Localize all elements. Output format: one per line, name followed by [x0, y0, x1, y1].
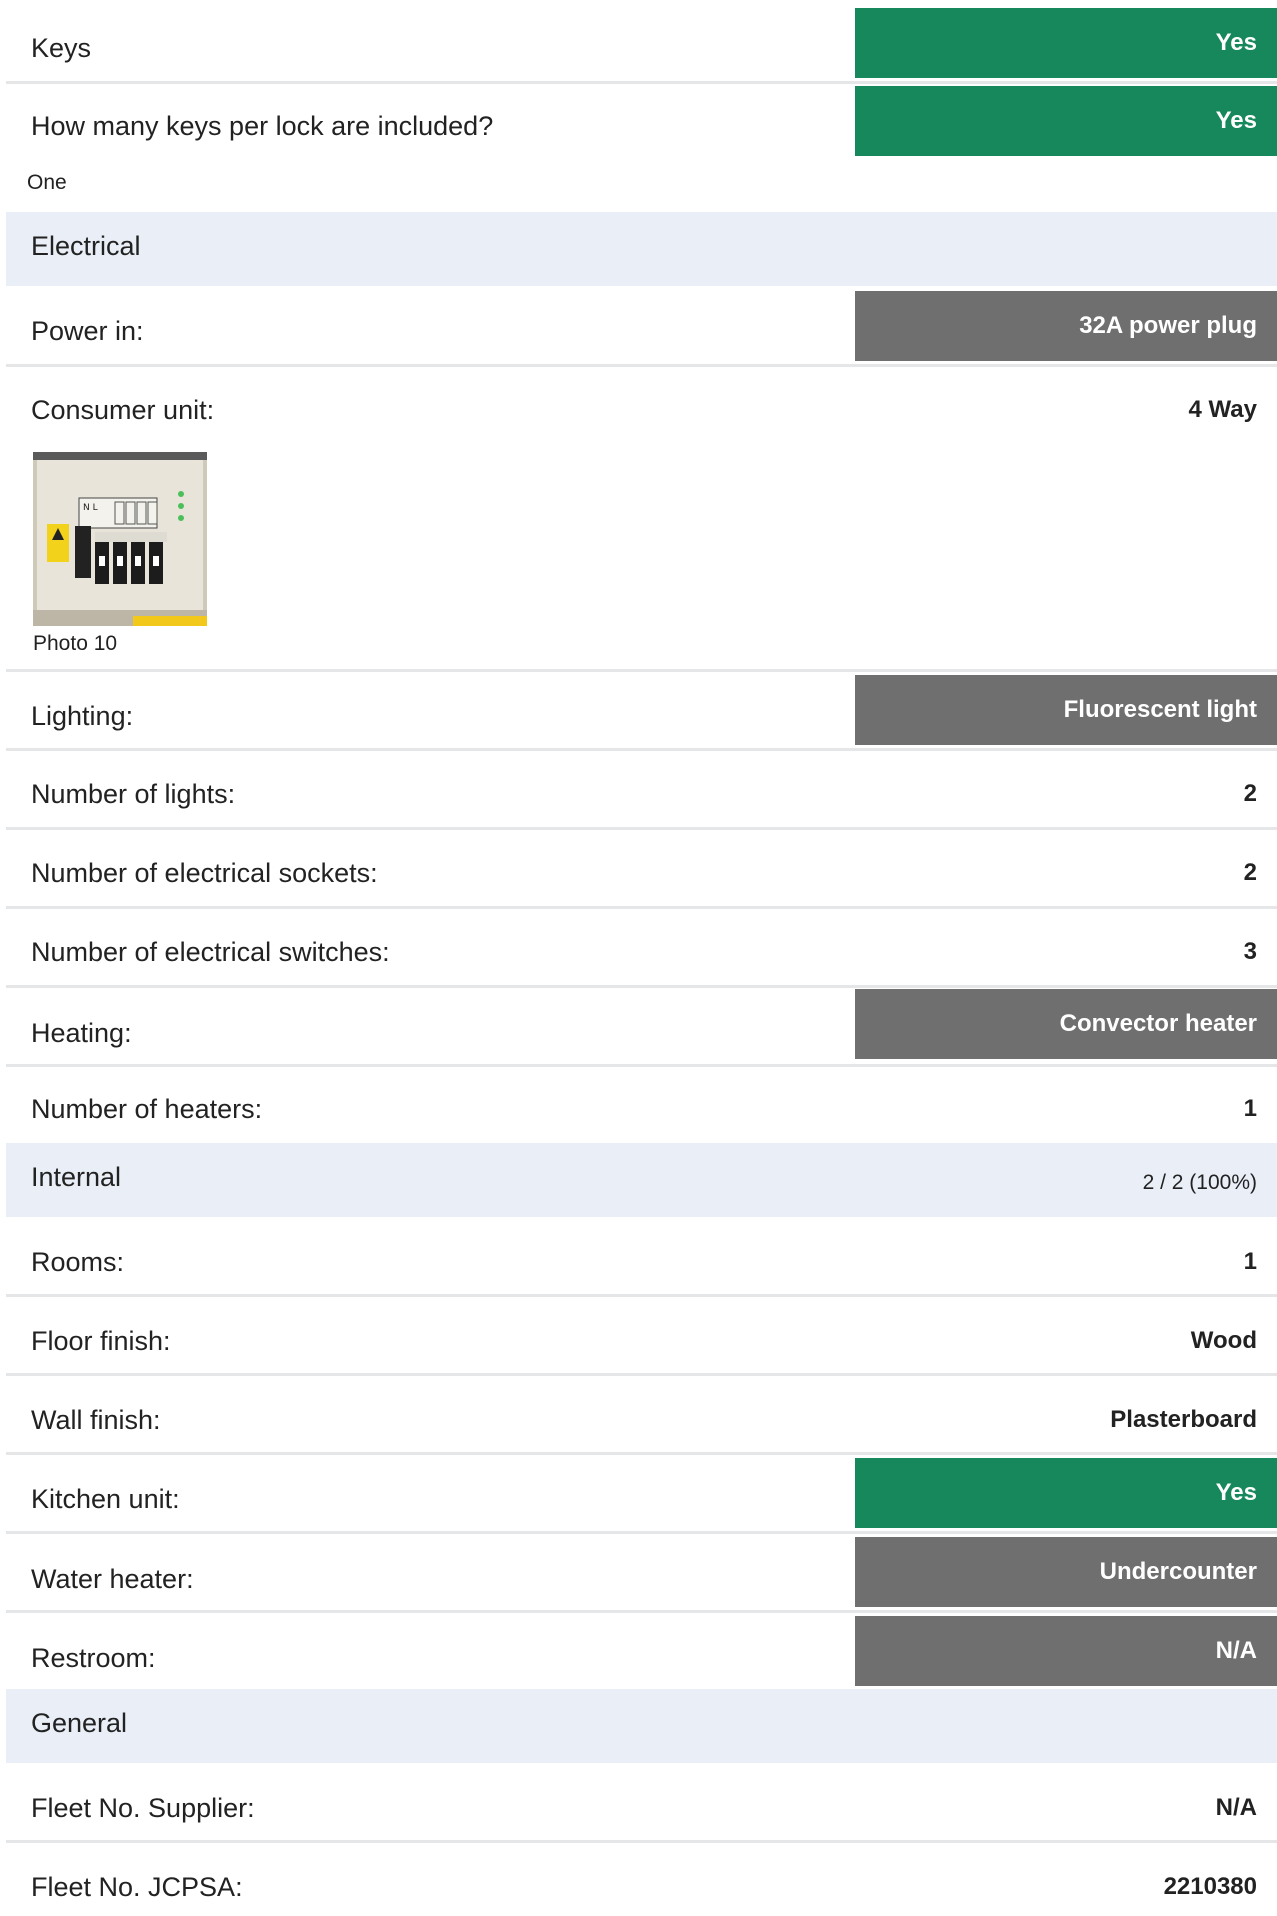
row-keys: Keys Yes [6, 0, 1277, 84]
row-value: N/A [1215, 1794, 1257, 1821]
row-label: Power in: [31, 316, 144, 346]
status-badge: 32A power plug [855, 291, 1277, 361]
row-label: Floor finish: [31, 1326, 171, 1356]
row-value: 2 [1243, 780, 1257, 807]
status-badge: Yes [855, 86, 1277, 156]
row-water-heater: Water heater: Undercounter [6, 1534, 1277, 1613]
row-rooms: Rooms: 1 [6, 1217, 1277, 1297]
row-value: 2 [1243, 859, 1257, 886]
row-label: Kitchen unit: [31, 1484, 180, 1514]
section-progress: 2 / 2 (100%) [1142, 1171, 1257, 1194]
section-title: Internal [31, 1162, 122, 1192]
row-value: 4 Way [1188, 396, 1257, 423]
status-badge: Undercounter [855, 1537, 1277, 1607]
row-value: 1 [1243, 1248, 1257, 1275]
row-fleet-jcpsa: Fleet No. JCPSA: 2210380 [6, 1843, 1277, 1916]
row-label: Number of electrical switches: [31, 937, 390, 967]
svg-text:N L: N L [83, 503, 98, 513]
row-label: Consumer unit: [31, 395, 215, 425]
row-label: Number of electrical sockets: [31, 858, 378, 888]
row-label: Number of lights: [31, 779, 236, 809]
row-heating: Heating: Convector heater [6, 988, 1277, 1067]
row-fleet-supplier: Fleet No. Supplier: N/A [6, 1763, 1277, 1843]
row-label: How many keys per lock are included? [31, 111, 494, 141]
answer-note: One [27, 171, 67, 194]
status-badge: Yes [855, 1458, 1277, 1528]
row-wall-finish: Wall finish: Plasterboard [6, 1376, 1277, 1455]
row-label: Restroom: [31, 1643, 156, 1673]
photo-caption: Photo 10 [33, 632, 118, 655]
row-label: Wall finish: [31, 1405, 161, 1435]
row-label: Rooms: [31, 1247, 125, 1277]
row-floor-finish: Floor finish: Wood [6, 1297, 1277, 1376]
consumer-unit-photo-image: N L [33, 452, 207, 626]
row-restroom: Restroom: N/A [6, 1613, 1277, 1689]
row-value: 1 [1243, 1095, 1257, 1122]
section-header-electrical: Electrical [6, 212, 1277, 286]
row-value: Plasterboard [1110, 1406, 1257, 1433]
row-kitchen-unit: Kitchen unit: Yes [6, 1455, 1277, 1534]
row-number-of-lights: Number of lights: 2 [6, 751, 1277, 830]
status-badge: Convector heater [855, 989, 1277, 1059]
section-title: Electrical [31, 231, 141, 261]
row-label: Keys [31, 33, 92, 63]
section-header-general: General [6, 1689, 1277, 1763]
row-value: 3 [1243, 938, 1257, 965]
row-label: Number of heaters: [31, 1094, 263, 1124]
row-electrical-sockets: Number of electrical sockets: 2 [6, 830, 1277, 909]
row-label: Water heater: [31, 1564, 194, 1594]
consumer-unit-photo[interactable]: N L [33, 452, 207, 626]
section-title: General [31, 1708, 128, 1738]
row-power-in: Power in: 32A power plug [6, 286, 1277, 367]
section-header-internal: Internal 2 / 2 (100%) [6, 1143, 1277, 1217]
row-value: 2210380 [1163, 1873, 1257, 1900]
row-electrical-switches: Number of electrical switches: 3 [6, 909, 1277, 988]
status-badge: N/A [855, 1616, 1277, 1686]
row-lighting: Lighting: Fluorescent light [6, 672, 1277, 751]
row-value: Wood [1190, 1327, 1257, 1354]
row-label: Heating: [31, 1018, 132, 1048]
row-keys-per-lock: How many keys per lock are included? Yes… [6, 84, 1277, 212]
row-label: Fleet No. Supplier: [31, 1793, 255, 1823]
status-badge: Fluorescent light [855, 675, 1277, 745]
row-label: Fleet No. JCPSA: [31, 1872, 243, 1902]
row-number-of-heaters: Number of heaters: 1 [6, 1067, 1277, 1143]
row-label: Lighting: [31, 701, 134, 731]
status-badge: Yes [855, 8, 1277, 78]
